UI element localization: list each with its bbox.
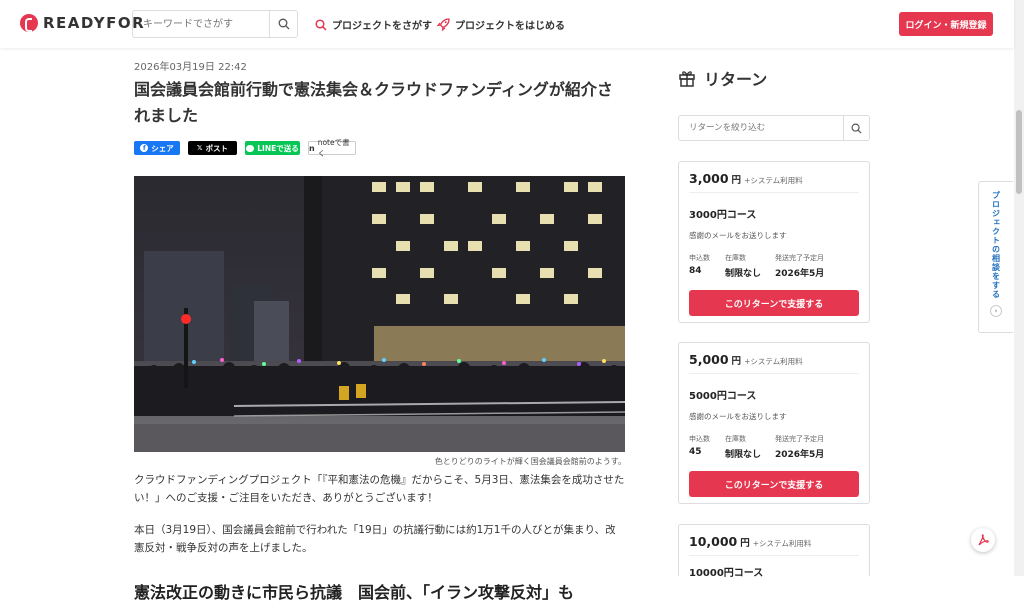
stat-value: 制限なし bbox=[725, 450, 762, 460]
return-course-name: 5000円コース bbox=[689, 391, 757, 402]
line-icon bbox=[246, 144, 255, 152]
article-date: 2026年03月19日 22:42 bbox=[134, 62, 247, 73]
return-price: 10,000 円 +システム利用料 bbox=[689, 525, 859, 556]
x-post-button[interactable]: 𝕏 ポスト bbox=[188, 141, 237, 155]
note-icon: n bbox=[309, 143, 315, 153]
returns-sidebar: リターン bbox=[678, 66, 870, 141]
search-icon bbox=[278, 18, 289, 30]
stat-value: 2026年5月 bbox=[775, 450, 825, 460]
note-write-label: noteで書く bbox=[317, 138, 350, 158]
return-price: 5,000 円 +システム利用料 bbox=[689, 343, 859, 374]
line-send-label: LINEで送る bbox=[257, 143, 299, 153]
photo-caption: 色とりどりのライトが輝く国会議員会館前のようす。 bbox=[434, 457, 626, 466]
line-send-button[interactable]: LINEで送る bbox=[245, 141, 300, 155]
note-write-button[interactable]: n noteで書く bbox=[308, 138, 356, 158]
facebook-share-label: シェア bbox=[151, 143, 174, 153]
rocket-icon bbox=[437, 18, 450, 31]
site-header: READYFOR プロジェクトをさがす プロジェクトをはじめる ログイン・新規登… bbox=[0, 0, 1014, 48]
returns-filter-input[interactable] bbox=[679, 116, 843, 140]
return-course-name: 10000円コース bbox=[689, 568, 764, 579]
scrollbar-thumb[interactable] bbox=[1016, 110, 1022, 194]
stat-value: 45 bbox=[689, 447, 702, 457]
search-input[interactable] bbox=[133, 11, 269, 37]
stat-stock: 在庫数 制限なし bbox=[725, 253, 775, 279]
return-stats: 申込数 84 在庫数制限なし 発送完了予定月 2026年5月 bbox=[689, 253, 859, 279]
return-card: 3,000 円 +システム利用料 3000円コース 感謝のメールをお送りします … bbox=[678, 161, 870, 323]
protest-photo-image bbox=[134, 176, 625, 452]
nav-find-label: プロジェクトをさがす bbox=[332, 21, 432, 32]
pdf-button[interactable] bbox=[971, 528, 995, 552]
return-description: 感謝のメールをお送りします bbox=[689, 412, 787, 421]
logo-text: READYFOR bbox=[43, 14, 146, 32]
returns-filter-button[interactable] bbox=[843, 116, 869, 140]
stat-value: 84 bbox=[689, 266, 702, 276]
return-description: 感謝のメールをお送りします bbox=[689, 231, 787, 240]
nav-start-label: プロジェクトをはじめる bbox=[455, 21, 565, 32]
logo-mark-icon bbox=[20, 14, 38, 32]
return-course-name: 3000円コース bbox=[689, 210, 757, 221]
return-card: 10,000 円 +システム利用料 10000円コース bbox=[678, 524, 870, 579]
stat-value: 制限なし bbox=[725, 269, 762, 279]
stat-shipping: 発送完了予定月 2026年5月 bbox=[775, 253, 824, 279]
stat-label: 申込数 bbox=[689, 435, 710, 443]
login-signup-button[interactable]: ログイン・新規登録 bbox=[899, 12, 993, 36]
nav-start-project[interactable]: プロジェクトをはじめる bbox=[437, 17, 565, 32]
nav-find-projects[interactable]: プロジェクトをさがす bbox=[315, 17, 432, 32]
return-price-value: 3,000 bbox=[689, 171, 729, 186]
return-price-fee: +システム利用料 bbox=[744, 176, 803, 185]
article-paragraph-1: クラウドファンディングプロジェクト「『平和憲法の危機』だからこそ、5月3日、憲法… bbox=[134, 474, 625, 504]
stat-label: 発送完了予定月 bbox=[775, 435, 824, 443]
stat-shipping: 発送完了予定月 2026年5月 bbox=[775, 434, 824, 460]
header-search bbox=[132, 10, 298, 38]
support-return-button[interactable]: このリターンで支援する bbox=[689, 471, 859, 497]
return-price-yen: 円 bbox=[731, 356, 742, 367]
article-photo bbox=[134, 176, 625, 452]
returns-filter bbox=[678, 115, 870, 141]
returns-heading: リターン bbox=[678, 66, 870, 90]
return-price-yen: 円 bbox=[740, 538, 750, 549]
stat-label: 発送完了予定月 bbox=[775, 254, 824, 262]
x-icon: 𝕏 bbox=[196, 144, 203, 152]
share-buttons: f シェア 𝕏 ポスト LINEで送る n noteで書く bbox=[134, 138, 626, 158]
readyfor-logo[interactable]: READYFOR bbox=[20, 14, 145, 32]
article-paragraph-2: 本日（3月19日）、国会議員会館前で行われた「19日」の抗議行動には約1万1千の… bbox=[134, 524, 616, 554]
stat-value: 2026年5月 bbox=[775, 269, 825, 279]
return-price-value: 5,000 bbox=[689, 352, 729, 367]
support-return-button[interactable]: このリターンで支援する bbox=[689, 290, 859, 316]
gift-icon bbox=[679, 71, 695, 87]
return-price: 3,000 円 +システム利用料 bbox=[689, 162, 859, 193]
article: 2026年03月19日 22:42 国会議員会館前行動で憲法集会＆クラウドファン… bbox=[134, 58, 626, 603]
stat-label: 申込数 bbox=[689, 254, 710, 262]
return-price-value: 10,000 bbox=[689, 534, 738, 549]
return-price-fee: +システム利用料 bbox=[744, 357, 803, 366]
page-scrollbar[interactable] bbox=[1014, 0, 1024, 576]
article-title: 国会議員会館前行動で憲法集会＆クラウドファンディングが紹介されました bbox=[134, 80, 613, 125]
stat-supporters: 申込数 45 bbox=[689, 434, 725, 460]
stat-supporters: 申込数 84 bbox=[689, 253, 725, 279]
consult-project-tab[interactable]: プロジェクトの相談をする › bbox=[978, 181, 1013, 333]
search-icon bbox=[315, 18, 327, 31]
facebook-share-button[interactable]: f シェア bbox=[134, 141, 180, 155]
return-price-fee: +システム利用料 bbox=[752, 539, 812, 548]
pdf-icon bbox=[978, 534, 989, 546]
x-post-label: ポスト bbox=[205, 143, 229, 153]
consult-label: プロジェクトの相談をする bbox=[991, 191, 1001, 299]
article-heading-2: 憲法改正の動きに市民ら抗議 国会前、「イラン攻撃反対」も bbox=[134, 583, 575, 602]
search-button[interactable] bbox=[269, 11, 297, 37]
stat-stock: 在庫数 制限なし bbox=[725, 434, 775, 460]
search-icon bbox=[851, 123, 862, 134]
stat-label: 在庫数 bbox=[725, 254, 746, 262]
return-price-yen: 円 bbox=[731, 175, 742, 186]
facebook-icon: f bbox=[140, 144, 149, 152]
stat-label: 在庫数 bbox=[725, 435, 746, 443]
returns-title: リターン bbox=[704, 70, 768, 89]
chevron-right-icon: › bbox=[990, 305, 1002, 317]
return-card: 5,000 円 +システム利用料 5000円コース 感謝のメールをお送りします … bbox=[678, 342, 870, 504]
return-stats: 申込数 45 在庫数制限なし 発送完了予定月 2026年5月 bbox=[689, 434, 859, 460]
